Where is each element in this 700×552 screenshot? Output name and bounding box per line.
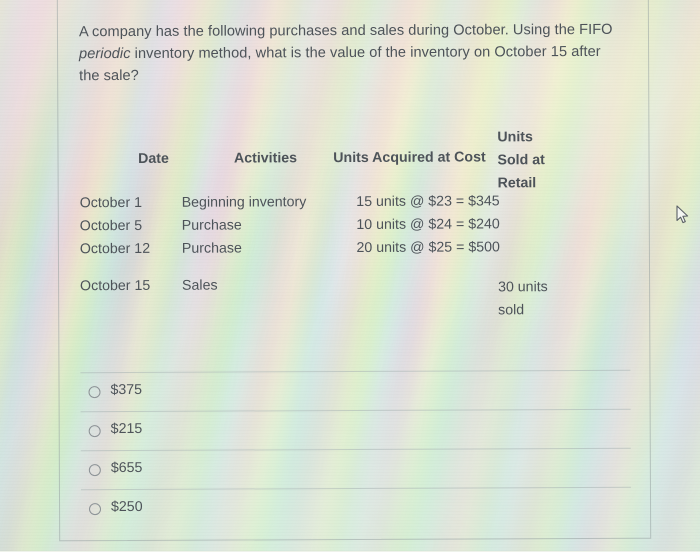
cell-activity: Purchase — [181, 217, 242, 234]
radio-button-icon[interactable] — [88, 503, 102, 516]
cell-date: October 15 — [80, 277, 151, 295]
cell-activity: Beginning inventory — [181, 194, 307, 211]
answer-option-1[interactable]: $375 — [80, 369, 631, 412]
answer-option-label: $375 — [110, 381, 143, 399]
column-header-sold-line-3: Retail — [497, 175, 537, 192]
prompt-text-part-2: inventory method, what is the value of t… — [79, 43, 601, 85]
cell-units-acquired: 20 units @ $25 = $500 — [356, 239, 500, 256]
prompt-italic-term: periodic — [78, 45, 131, 63]
radio-button-icon[interactable] — [88, 386, 101, 399]
answer-option-4[interactable]: $250 — [80, 486, 632, 529]
cell-units-sold-line-2: sold — [498, 302, 525, 319]
answer-option-label: $250 — [110, 498, 143, 516]
cell-units-sold-line-1: 30 units — [498, 279, 548, 296]
answer-option-3[interactable]: $655 — [80, 447, 631, 490]
question-prompt: A company has the following purchases an… — [79, 19, 619, 87]
column-header-units-acquired-at-cost: Units Acquired at Cost — [333, 149, 486, 167]
cell-units-sold: 30 units sold — [498, 276, 588, 322]
column-header-units-sold-at-retail: Units Sold at Retail — [497, 126, 577, 195]
answer-option-label: $655 — [110, 459, 143, 477]
answer-option-label: $215 — [110, 420, 143, 438]
table-row: October 5 Purchase 10 units @ $24 = $240 — [58, 216, 650, 242]
inventory-table-header-row: Date Activities Units Acquired at Cost U… — [57, 119, 649, 196]
inventory-table: Date Activities Units Acquired at Cost U… — [57, 119, 650, 325]
table-row: October 1 Beginning inventory 15 units @… — [58, 193, 650, 219]
cell-units-acquired: 15 units @ $23 = $345 — [356, 193, 500, 210]
column-header-date: Date — [138, 150, 169, 167]
answer-option-2[interactable]: $215 — [80, 408, 631, 451]
answer-options-list: $375 $215 $655 $250 — [58, 369, 651, 529]
radio-button-icon[interactable] — [88, 425, 101, 438]
cell-date: October 12 — [79, 240, 151, 258]
radio-button-icon[interactable] — [88, 464, 101, 477]
prompt-text-part-1: A company has the following purchases an… — [78, 21, 613, 41]
question-card: A company has the following purchases an… — [57, 0, 651, 552]
table-row-sales: October 15 Sales 30 units sold — [58, 276, 650, 325]
column-header-sold-line-2: Sold at — [497, 152, 545, 169]
cell-units-acquired: 10 units @ $24 = $240 — [356, 216, 500, 233]
column-header-activities: Activities — [233, 150, 298, 167]
table-row: October 12 Purchase 20 units @ $25 = $50… — [58, 239, 650, 265]
cell-activity: Sales — [182, 277, 218, 294]
cell-date: October 5 — [79, 217, 143, 235]
column-header-sold-line-1: Units — [497, 129, 533, 146]
cell-date: October 1 — [79, 194, 143, 212]
cell-activity: Purchase — [181, 240, 242, 257]
